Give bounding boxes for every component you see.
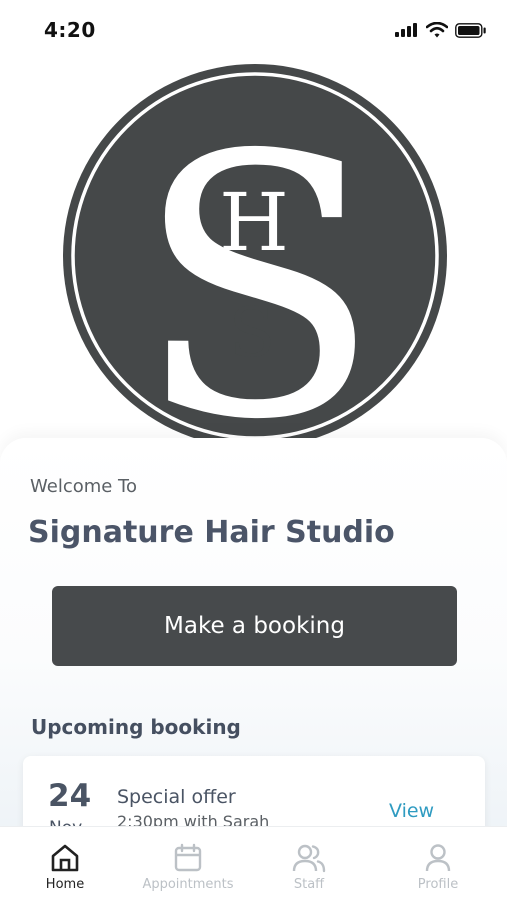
booking-title: Special offer [117,786,236,808]
tab-profile-label: Profile [417,877,459,892]
user-icon [425,844,451,872]
tab-home-label: Home [45,877,85,892]
bottom-tab-bar: Home Appointments Staff Profile [0,826,507,900]
booking-day: 24 [48,778,92,814]
tab-profile[interactable]: Profile [375,827,501,900]
make-booking-button[interactable]: Make a booking [52,586,457,666]
make-booking-label: Make a booking [164,613,345,639]
tab-home[interactable]: Home [2,827,128,900]
status-time: 4:20 [44,18,96,42]
studio-logo: S H S [0,58,507,498]
status-bar: 4:20 [0,0,507,60]
tab-appointments-label: Appointments [142,877,234,892]
battery-icon [455,22,486,38]
view-booking-link[interactable]: View [389,800,434,822]
welcome-card: Welcome To Signature Hair Studio Make a … [0,438,507,846]
tab-staff-label: Staff [293,877,325,892]
signal-icon [395,23,417,37]
calendar-icon [174,843,202,872]
welcome-label: Welcome To [30,476,138,497]
tab-appointments[interactable]: Appointments [125,827,251,900]
logo-letter-s: S [229,294,276,373]
tab-staff[interactable]: Staff [246,827,372,900]
studio-name: Signature Hair Studio [28,515,395,550]
home-icon [51,844,79,872]
logo-letter-h: H [219,176,289,269]
users-icon [292,844,326,873]
upcoming-booking-title: Upcoming booking [31,715,241,739]
wifi-icon [426,22,448,38]
status-icons [395,22,487,38]
